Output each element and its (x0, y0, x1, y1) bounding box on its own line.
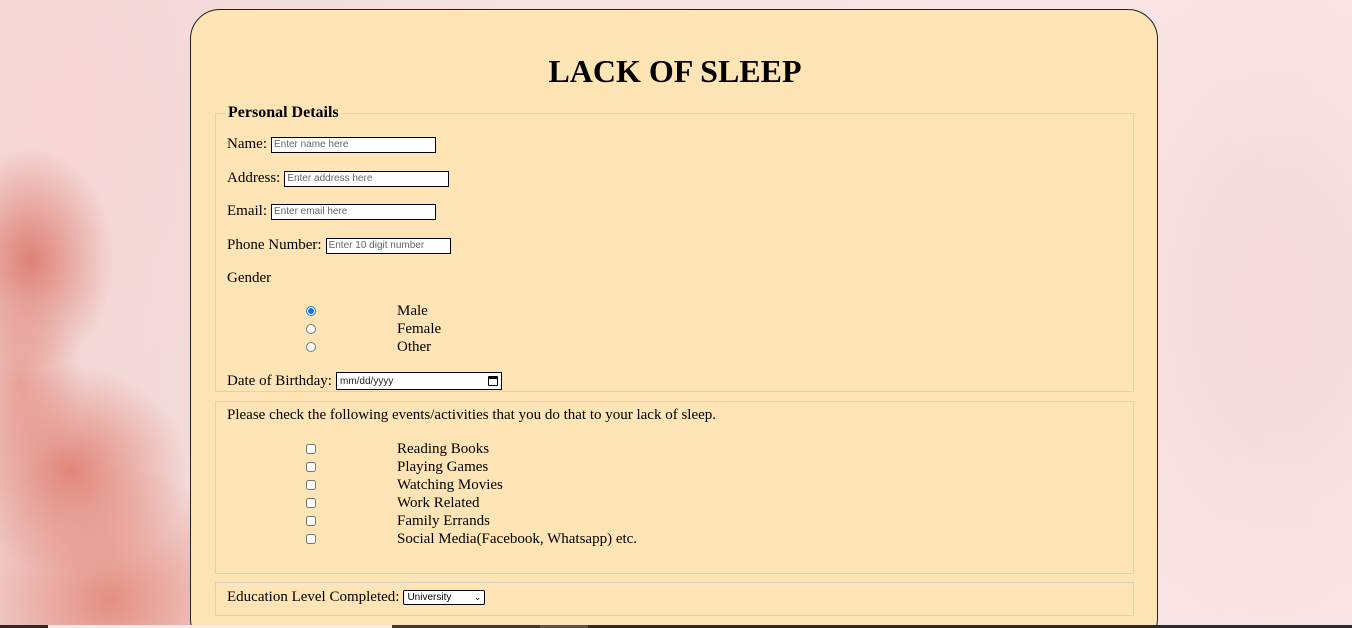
dob-placeholder: mm/dd/yyyy (339, 375, 394, 387)
activity-label-games: Playing Games (397, 458, 489, 475)
activity-option-social: Social Media(Facebook, Whatsapp) etc. (306, 530, 637, 548)
gender-label: Gender (227, 270, 272, 286)
activities-prompt: Please check the following events/activi… (227, 407, 717, 423)
gender-label-male: Male (397, 302, 428, 319)
address-label: Address: (227, 170, 281, 186)
activity-checkbox-reading[interactable] (306, 444, 316, 454)
personal-details-legend: Personal Details (228, 104, 339, 121)
address-input[interactable] (284, 170, 450, 187)
activity-option-errands: Family Errands (306, 512, 490, 530)
name-input[interactable] (270, 136, 436, 153)
education-label: Education Level Completed: (227, 589, 400, 605)
gender-radio-female[interactable] (306, 324, 316, 334)
activity-option-reading: Reading Books (306, 440, 489, 458)
activity-checkbox-social[interactable] (306, 534, 316, 544)
activity-option-games: Playing Games (306, 458, 488, 476)
address-row: Address: (227, 170, 450, 187)
gender-option-female: Female (306, 320, 441, 338)
activities-prompt-row: Please check the following events/activi… (227, 407, 716, 424)
activity-option-movies: Watching Movies (306, 476, 503, 494)
activity-label-movies: Watching Movies (397, 476, 503, 493)
activity-checkbox-errands[interactable] (306, 516, 316, 526)
gender-option-other: Other (306, 338, 431, 356)
activity-checkbox-games[interactable] (306, 462, 316, 472)
gender-radio-male[interactable] (306, 306, 316, 316)
activity-label-social: Social Media(Facebook, Whatsapp) etc. (397, 530, 638, 547)
chevron-down-icon: ⌄ (473, 592, 482, 602)
calendar-icon[interactable] (487, 376, 498, 386)
gender-radio-other[interactable] (306, 342, 316, 352)
gender-option-male: Male (306, 302, 428, 320)
activity-checkbox-work[interactable] (306, 498, 316, 508)
dob-row: Date of Birthday: mm/dd/yyyy (227, 372, 502, 390)
survey-card: LACK OF SLEEP Personal Details Name: Add… (190, 9, 1158, 628)
education-row: Education Level Completed: University ⌄ (227, 589, 486, 606)
activity-checkbox-movies[interactable] (306, 480, 316, 490)
email-row: Email: (227, 203, 436, 220)
activity-label-errands: Family Errands (397, 512, 490, 529)
personal-details-fieldset: Personal Details Name: Address: Email: P… (215, 104, 1134, 392)
education-fieldset: Education Level Completed: University ⌄ (215, 582, 1134, 616)
gender-row: Gender (227, 270, 271, 287)
dob-label: Date of Birthday: (227, 372, 332, 389)
phone-label: Phone Number: (227, 237, 322, 253)
name-row: Name: (227, 136, 436, 153)
phone-input[interactable] (325, 237, 451, 254)
email-input[interactable] (271, 203, 436, 220)
phone-row: Phone Number: (227, 237, 451, 254)
gender-label-other: Other (397, 338, 432, 355)
page-title: LACK OF SLEEP (548, 53, 802, 89)
email-label: Email: (227, 203, 267, 219)
activity-label-reading: Reading Books (397, 440, 490, 457)
name-label: Name: (227, 136, 267, 152)
education-select[interactable]: University ⌄ (403, 590, 486, 605)
education-selected-value: University (407, 592, 452, 603)
dob-input[interactable]: mm/dd/yyyy (335, 372, 502, 390)
activity-label-work: Work Related (397, 494, 480, 511)
activity-option-work: Work Related (306, 494, 480, 512)
gender-label-female: Female (397, 320, 442, 337)
activities-fieldset: Please check the following events/activi… (215, 401, 1134, 574)
